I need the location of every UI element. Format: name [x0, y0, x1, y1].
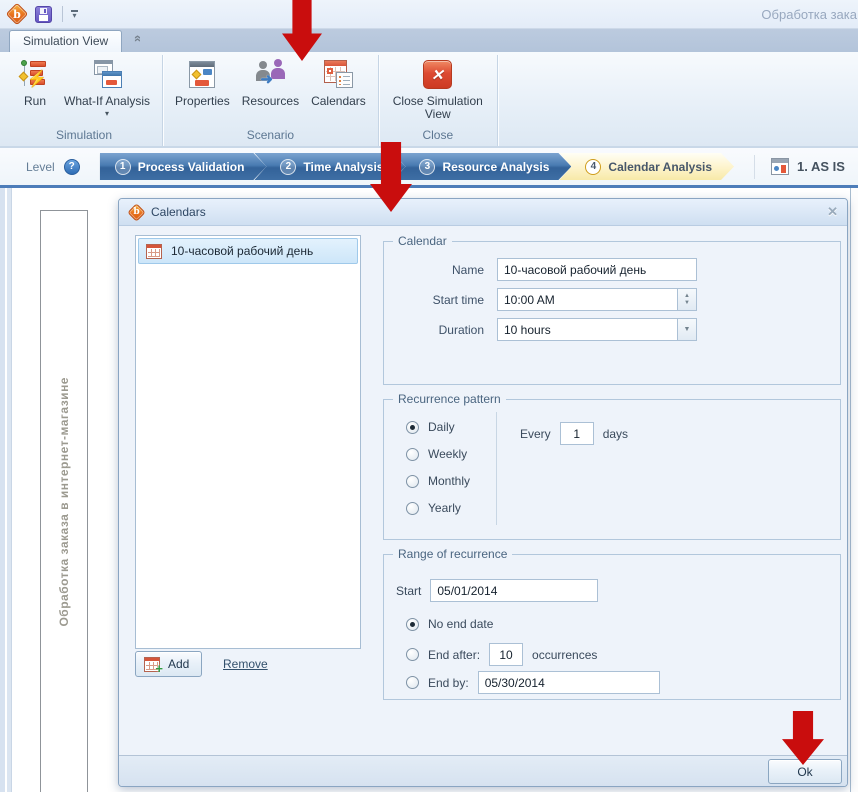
pool-title: Обработка заказа в интернет-магазине	[57, 376, 71, 627]
properties-button[interactable]: Properties	[169, 56, 236, 110]
spinner-up-icon[interactable]: ▲	[684, 293, 690, 300]
save-icon[interactable]	[35, 5, 52, 23]
resources-button[interactable]: ➜ Resources	[236, 56, 305, 110]
window-edge	[0, 188, 12, 792]
titlebar: b ▾ Обработка зака	[0, 0, 858, 29]
radio-monthly[interactable]: Monthly	[406, 474, 470, 488]
range-groupbox: Range of recurrence Start No end date En…	[383, 547, 841, 700]
calendar-item-icon	[146, 243, 162, 259]
spinner-down-icon[interactable]: ▼	[684, 300, 690, 307]
step-resource-analysis[interactable]: 3 Resource Analysis	[393, 153, 571, 180]
radio-button[interactable]	[406, 617, 419, 631]
divider	[496, 412, 497, 525]
calendars-button[interactable]: Calendars	[305, 56, 372, 110]
collapse-ribbon-icon[interactable]: »	[129, 37, 144, 42]
model-label: 1. AS IS	[797, 159, 845, 174]
arrow-right-icon: ➜	[260, 71, 273, 88]
start-date-field[interactable]	[430, 579, 599, 602]
radio-button[interactable]	[406, 474, 419, 488]
what-if-analysis-icon	[90, 58, 124, 92]
end-after-field[interactable]	[489, 643, 524, 666]
groupbox-legend: Calendar	[393, 234, 452, 248]
what-if-analysis-button[interactable]: What-If Analysis ▾	[58, 56, 156, 119]
recurrence-groupbox: Recurrence pattern Daily Weekly Monthly	[383, 392, 841, 540]
radio-button[interactable]	[406, 676, 419, 689]
radio-button[interactable]	[406, 501, 419, 515]
run-icon: ⚡	[18, 58, 52, 92]
radio-yearly[interactable]: Yearly	[406, 501, 470, 515]
application-window: b ▾ Обработка зака Simulation View » ⚡ R…	[0, 0, 858, 792]
calendars-icon	[321, 58, 355, 92]
toolbar-separator	[62, 6, 63, 22]
radio-button[interactable]	[406, 447, 419, 461]
duration-field[interactable]	[497, 318, 697, 341]
time-spinner[interactable]: ▲ ▼	[677, 289, 696, 310]
chevron-down-icon[interactable]: ▾	[105, 110, 109, 118]
model-selector[interactable]: 1. AS IS	[771, 158, 845, 175]
dialog-footer: Ok	[119, 755, 847, 786]
groupbox-legend: Range of recurrence	[393, 547, 513, 561]
ribbon-group-simulation: ⚡ Run What-If Analysis ▾ Simulation	[6, 55, 164, 146]
bpmn-pool[interactable]: Обработка заказа в интернет-магазине	[40, 210, 88, 792]
tab-simulation-view[interactable]: Simulation View	[9, 30, 123, 52]
name-field[interactable]	[497, 258, 697, 281]
ok-button[interactable]: Ok	[768, 759, 842, 784]
start-time-label: Start time	[432, 292, 484, 307]
ribbon-group-label: Scenario	[246, 128, 295, 142]
radio-button[interactable]	[406, 420, 419, 434]
close-icon: ✕	[421, 58, 455, 92]
divider	[754, 154, 756, 179]
groupbox-legend: Recurrence pattern	[393, 392, 506, 406]
quick-access-dropdown-icon[interactable]: ▾	[71, 9, 78, 19]
run-button[interactable]: ⚡ Run	[12, 56, 58, 110]
app-logo-icon: b	[5, 2, 29, 26]
add-button[interactable]: + Add	[135, 651, 203, 677]
radio-no-end-date[interactable]: No end date	[406, 617, 493, 631]
help-icon[interactable]: ?	[63, 158, 80, 175]
ribbon: ⚡ Run What-If Analysis ▾ Simulation Prop…	[0, 52, 858, 148]
ribbon-group-close: ✕ Close Simulation View Close	[379, 55, 498, 146]
diagram-canvas: Обработка заказа в интернет-магазине b C…	[0, 188, 858, 792]
duration-dropdown-icon[interactable]: ▼	[677, 319, 696, 340]
duration-label: Duration	[438, 322, 484, 337]
remove-link[interactable]: Remove	[223, 657, 268, 671]
dialog-close-icon[interactable]: ✕	[827, 204, 838, 220]
background-window-sliver	[850, 188, 858, 792]
radio-end-by[interactable]: End by:	[406, 671, 660, 694]
properties-icon	[185, 58, 219, 92]
start-time-field[interactable]	[497, 288, 697, 311]
ribbon-group-label: Simulation	[56, 128, 113, 142]
app-logo-icon: b	[127, 202, 146, 222]
every-days-field[interactable]	[559, 422, 594, 445]
ribbon-tabstrip: Simulation View »	[0, 29, 858, 52]
close-simulation-view-button[interactable]: ✕ Close Simulation View	[385, 56, 491, 123]
days-label: days	[602, 426, 629, 441]
calendar-groupbox: Calendar Name Start time ▲ ▼	[383, 234, 841, 385]
resources-icon: ➜	[253, 58, 287, 92]
start-label: Start	[396, 583, 422, 598]
dialog-titlebar[interactable]: b Calendars ✕	[119, 199, 847, 226]
name-label: Name	[451, 262, 484, 277]
calendar-item-label: 10-часовой рабочий день	[171, 244, 314, 258]
radio-weekly[interactable]: Weekly	[406, 447, 470, 461]
level-bar: Level ? 1 Process Validation 2 Time Anal…	[0, 148, 858, 188]
calendar-list-item[interactable]: 10-часовой рабочий день	[138, 238, 358, 264]
every-label: Every	[520, 426, 551, 441]
radio-button[interactable]	[406, 648, 419, 661]
window-title: Обработка зака	[761, 7, 857, 22]
simulation-steps-breadcrumb: 1 Process Validation 2 Time Analysis 3 R…	[100, 153, 734, 180]
end-by-field[interactable]	[477, 671, 660, 694]
step-calendar-analysis[interactable]: 4 Calendar Analysis	[559, 153, 734, 180]
calendars-dialog: b Calendars ✕ 10-часовой рабочий день + …	[118, 198, 848, 787]
calendar-list[interactable]: 10-часовой рабочий день	[135, 235, 361, 649]
lightning-icon: ⚡	[27, 71, 47, 88]
level-label: Level	[26, 159, 55, 174]
radio-daily[interactable]: Daily	[406, 420, 470, 434]
radio-end-after[interactable]: End after: occurrences	[406, 643, 597, 666]
ribbon-group-scenario: Properties ➜ Resources Calendars Scenari	[163, 55, 379, 146]
add-calendar-icon: +	[144, 656, 163, 676]
diagram-icon	[771, 158, 790, 175]
step-process-validation[interactable]: 1 Process Validation	[100, 153, 267, 180]
dialog-title: Calendars	[151, 205, 206, 219]
